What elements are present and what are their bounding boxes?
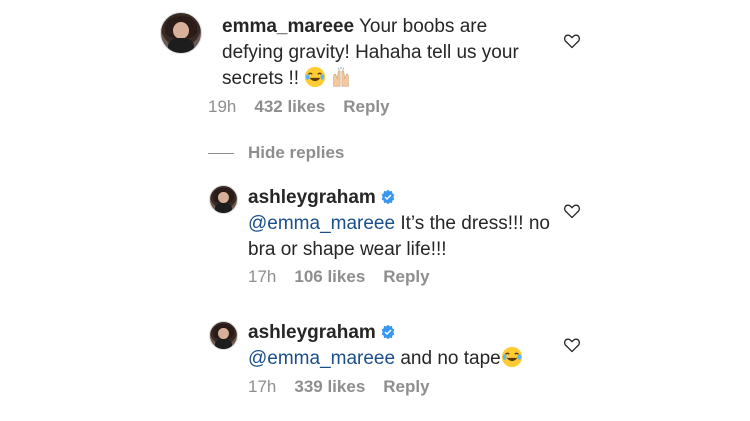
comment-meta-3: 17h 339 likes Reply	[248, 377, 448, 397]
avatar-emma-mareee[interactable]	[160, 12, 202, 54]
comment-time: 17h	[248, 267, 277, 286]
comment-text-1: emma_mareee Your boobs are defying gravi…	[222, 14, 542, 92]
like-heart-icon[interactable]	[563, 337, 581, 353]
hide-replies-label[interactable]: Hide replies	[248, 143, 344, 163]
like-heart-icon[interactable]	[563, 33, 581, 49]
hide-replies-toggle[interactable]: Hide replies	[208, 141, 344, 165]
laughing-tears-emoji	[501, 346, 522, 368]
comment-body: and no tape	[395, 348, 501, 369]
comment-meta-2: 17h 106 likes Reply	[248, 267, 448, 287]
comment-meta-1: 19h 432 likes Reply	[208, 97, 408, 117]
comment-time: 19h	[208, 97, 237, 116]
comment-username[interactable]: ashleygraham	[248, 322, 376, 343]
likes-count[interactable]: 339 likes	[294, 377, 365, 396]
mention-link[interactable]: @emma_mareee	[248, 348, 395, 369]
comment-text-2: ashleygraham @emma_mareee It’s the dress…	[248, 185, 558, 263]
reply-button[interactable]: Reply	[343, 97, 389, 116]
verified-badge-icon	[381, 189, 395, 205]
comment-username[interactable]: emma_mareee	[222, 16, 354, 37]
raised-hands-emoji	[333, 66, 349, 87]
comment-username[interactable]: ashleygraham	[248, 187, 376, 208]
likes-count[interactable]: 106 likes	[294, 267, 365, 286]
avatar-ashleygraham[interactable]	[209, 185, 238, 214]
comment-text-3: ashleygraham @emma_mareee and no tape	[248, 320, 558, 372]
avatar-ashleygraham[interactable]	[209, 321, 238, 350]
like-heart-icon[interactable]	[563, 203, 581, 219]
hide-replies-divider	[208, 152, 234, 154]
likes-count[interactable]: 432 likes	[254, 97, 325, 116]
laughing-tears-emoji	[305, 66, 326, 88]
reply-button[interactable]: Reply	[383, 267, 429, 286]
reply-button[interactable]: Reply	[383, 377, 429, 396]
verified-badge-icon	[381, 324, 395, 340]
comment-time: 17h	[248, 377, 277, 396]
mention-link[interactable]: @emma_mareee	[248, 213, 395, 234]
